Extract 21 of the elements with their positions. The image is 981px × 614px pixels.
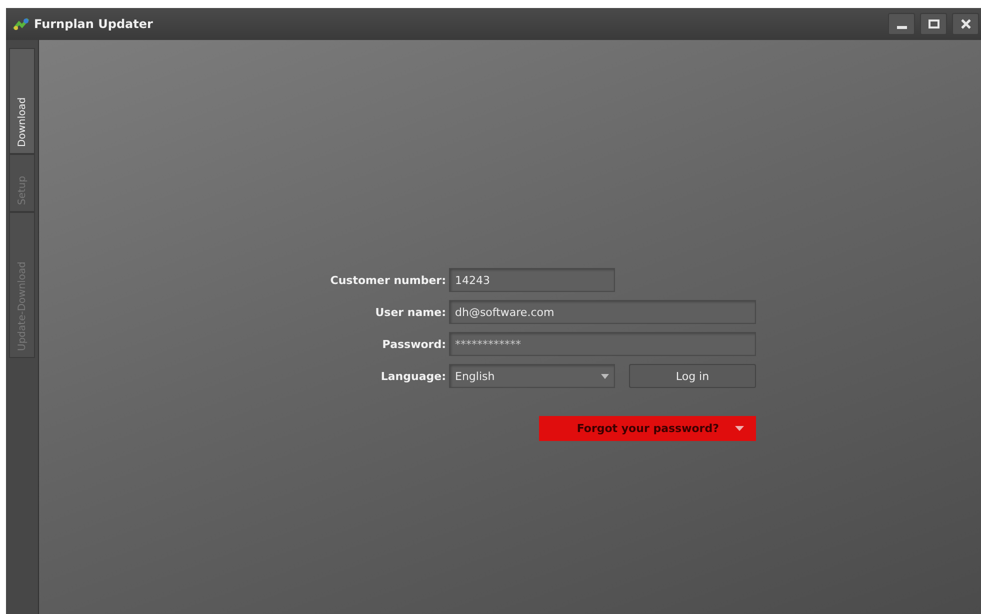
input-field[interactable]: 14243 bbox=[449, 268, 615, 292]
window-title: Furnplan Updater bbox=[34, 17, 153, 31]
field-label: Customer number: bbox=[329, 274, 446, 286]
caret-icon bbox=[601, 374, 609, 378]
logo-icon bbox=[13, 17, 29, 31]
minimize-icon bbox=[896, 26, 906, 28]
field-label: Language: bbox=[380, 370, 446, 382]
language-dropdown[interactable]: English bbox=[449, 364, 615, 388]
minimize-button[interactable] bbox=[888, 13, 915, 35]
maximize-button[interactable] bbox=[920, 13, 947, 35]
password-field[interactable]: ************ bbox=[449, 332, 756, 356]
field-label: Password: bbox=[381, 338, 446, 350]
input-field[interactable]: dh@software.com bbox=[449, 300, 756, 324]
side-tab[interactable]: Download bbox=[9, 48, 35, 154]
caret-icon bbox=[735, 426, 744, 431]
maximize-icon bbox=[928, 19, 940, 29]
forgot-password-button[interactable]: Forgot your password? bbox=[539, 416, 756, 441]
login-button[interactable]: Log in bbox=[629, 364, 756, 388]
close-button[interactable] bbox=[952, 13, 979, 35]
field-label: User name: bbox=[374, 306, 446, 318]
close-icon bbox=[960, 19, 972, 29]
